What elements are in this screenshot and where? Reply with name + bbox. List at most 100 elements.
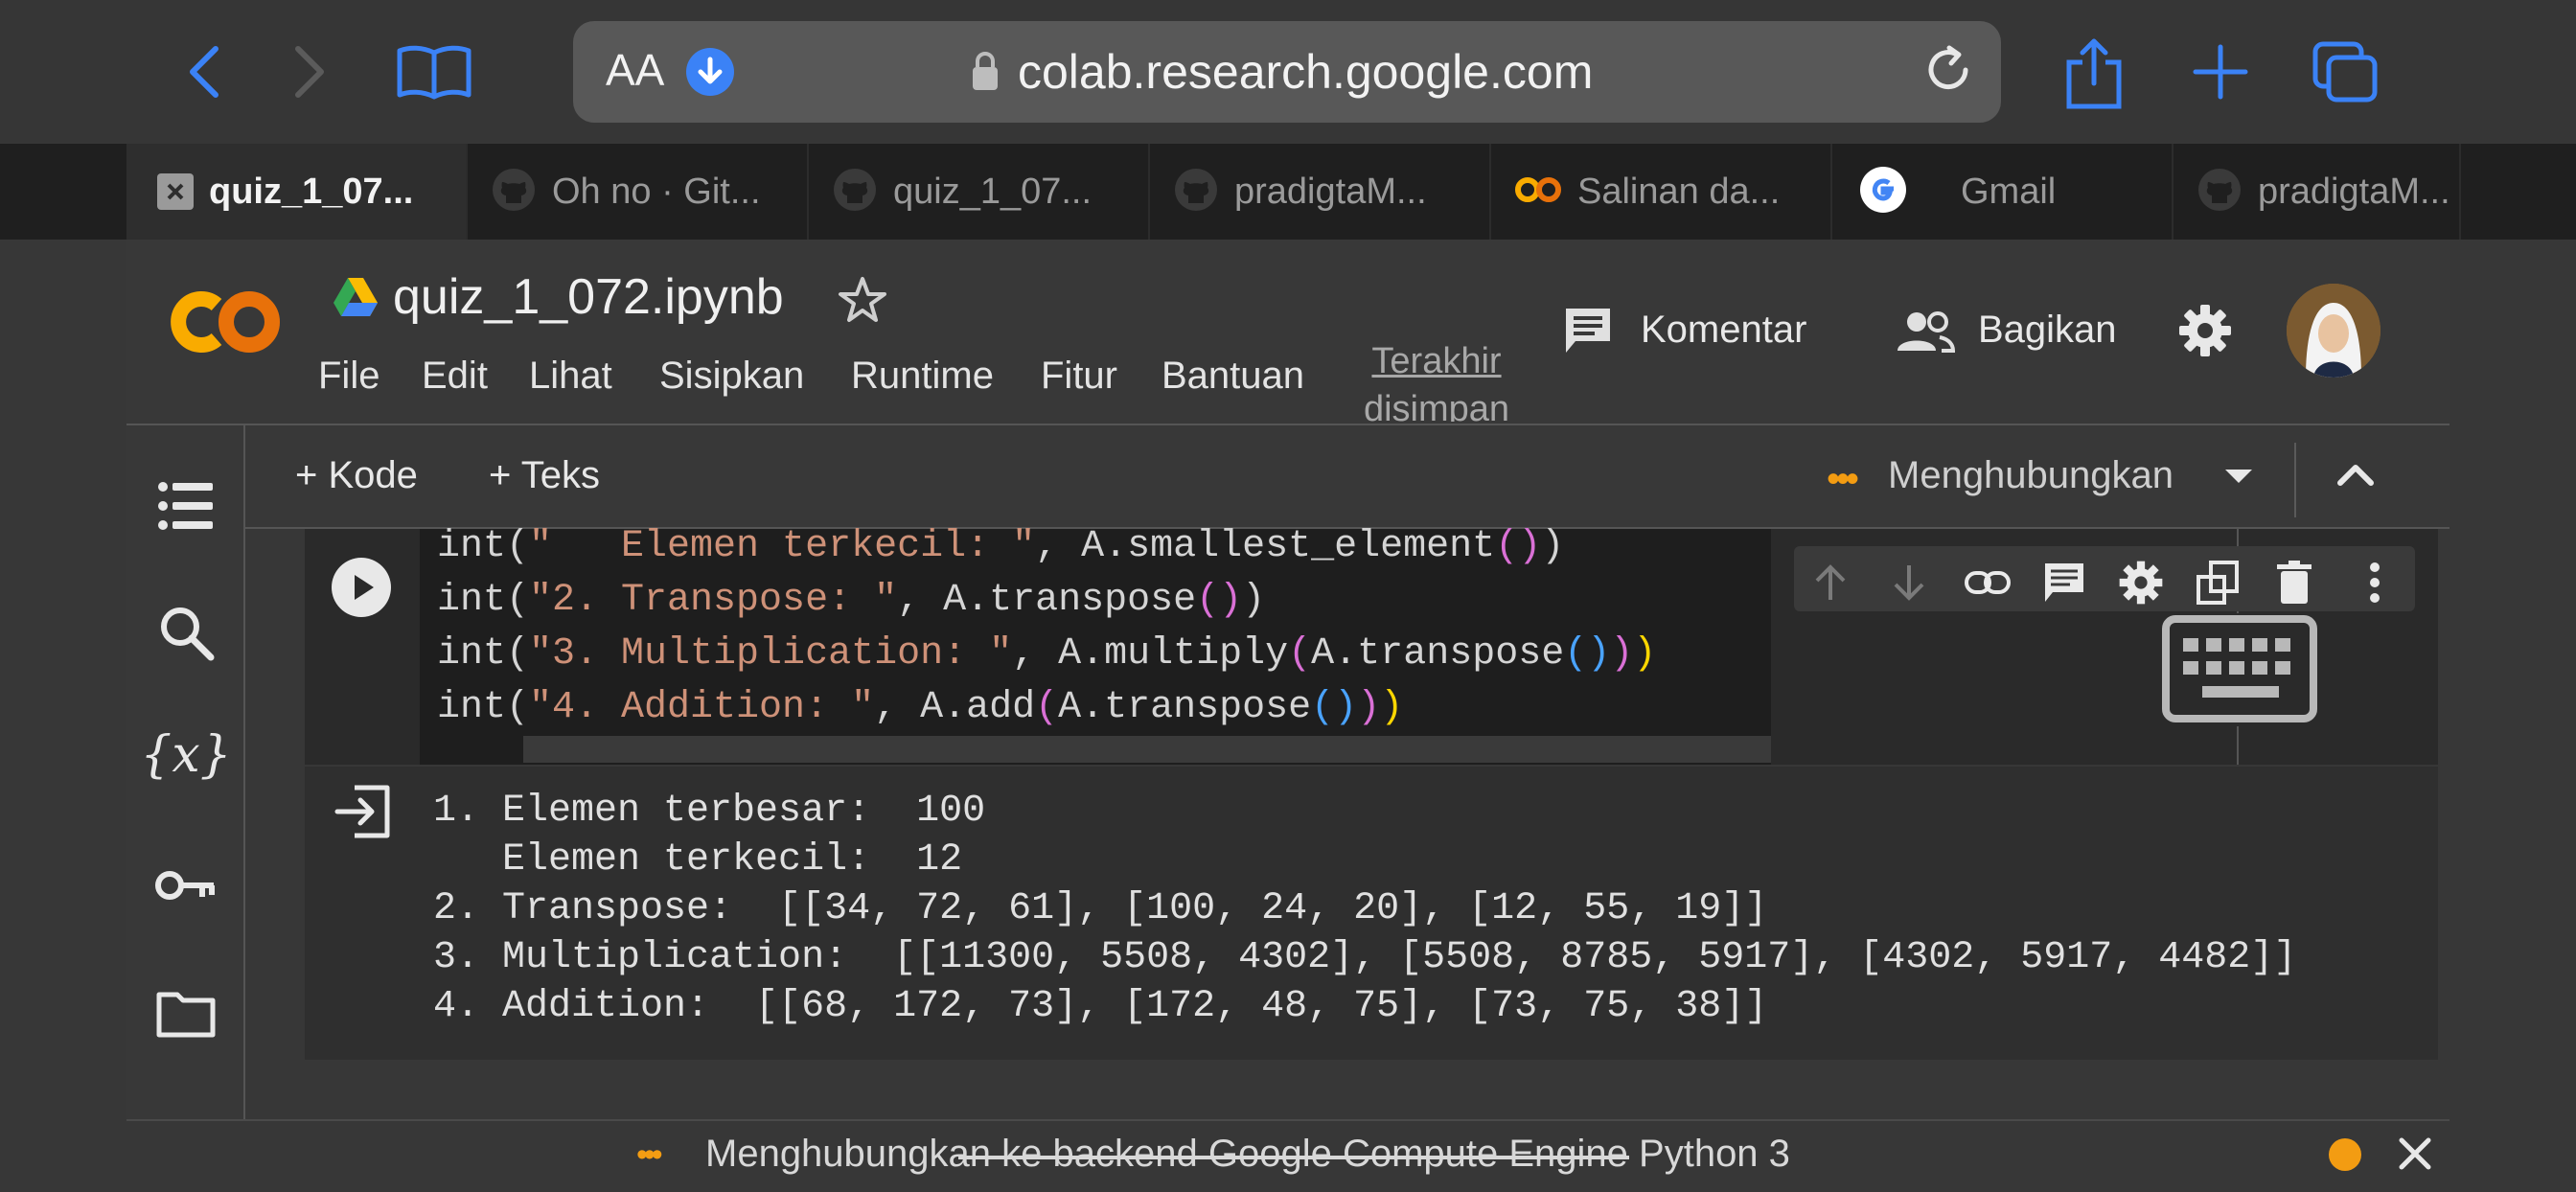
code-token: int( — [437, 579, 530, 622]
text-size-button[interactable]: AA — [606, 44, 664, 96]
tab-label: quiz_1_07... — [893, 171, 1092, 212]
github-icon — [832, 167, 878, 218]
output-line-3: 2. Transpose: [[34, 72, 61], [100, 24, 2… — [433, 887, 1768, 930]
code-token: () — [1495, 525, 1542, 568]
chevron-up-icon[interactable] — [2336, 460, 2375, 492]
status-busy-icon: ••• — [636, 1136, 663, 1173]
new-tab-icon[interactable] — [2187, 38, 2254, 105]
move-up-icon[interactable] — [1802, 554, 1859, 611]
tab-label: pradigtaM... — [1234, 171, 1427, 212]
menu-file[interactable]: File — [318, 355, 380, 398]
tabs-overview-icon[interactable] — [2312, 38, 2379, 105]
tab-colab-salinan[interactable]: Salinan da... — [1491, 144, 1832, 240]
menu-edit[interactable]: Edit — [422, 355, 488, 398]
close-icon[interactable] — [2398, 1136, 2432, 1176]
share-icon[interactable] — [2060, 33, 2128, 113]
chevron-down-icon[interactable] — [2223, 466, 2254, 492]
browser-toolbar: AA colab.research.google.com — [0, 0, 2576, 144]
code-token: ) — [1633, 632, 1657, 676]
menu-lihat[interactable]: Lihat — [529, 355, 612, 398]
code-line-4: int("4. Addition: ", A.add(A.transpose()… — [437, 686, 1403, 729]
comment-cell-icon[interactable] — [2036, 554, 2093, 611]
code-token: A.transpose — [1311, 632, 1565, 676]
code-token: , A.add — [874, 686, 1036, 729]
menu-bantuan[interactable]: Bantuan — [1162, 355, 1304, 398]
key-icon[interactable] — [151, 851, 220, 920]
cell-settings-icon[interactable] — [2112, 554, 2170, 611]
tab-quiz-active[interactable]: quiz_1_07... — [126, 144, 468, 240]
code-token: ) — [1380, 686, 1404, 729]
code-token: int( — [437, 525, 530, 568]
more-options-icon[interactable] — [2346, 554, 2404, 611]
reload-icon[interactable] — [1920, 42, 1976, 103]
status-dot-icon — [2329, 1138, 2361, 1171]
user-avatar[interactable] — [2287, 284, 2380, 378]
code-editor[interactable]: int(" Elemen terkecil: ", A.smallest_ele… — [420, 525, 1771, 765]
keyboard-icon[interactable] — [2145, 613, 2334, 726]
code-line-2: int("2. Transpose: ", A.transpose()) — [437, 579, 1265, 622]
github-icon — [491, 167, 537, 218]
busy-dots-icon: ••• — [1827, 458, 1859, 500]
url-text: colab.research.google.com — [1018, 45, 1594, 99]
table-of-contents-icon[interactable] — [151, 471, 220, 540]
notebook-title[interactable]: quiz_1_072.ipynb — [393, 268, 784, 326]
code-token: , A.smallest_element — [1035, 525, 1496, 568]
share-button[interactable]: Bagikan — [1978, 309, 2117, 352]
menu-fitur[interactable]: Fitur — [1041, 355, 1117, 398]
add-code-button[interactable]: + Kode — [295, 454, 418, 497]
code-token: () — [1196, 579, 1243, 622]
tab-strip: quiz_1_07... Oh no · Git... quiz_1_07...… — [0, 144, 2576, 240]
github-icon — [2196, 167, 2242, 218]
code-line-1: int(" Elemen terkecil: ", A.smallest_ele… — [437, 525, 1564, 568]
code-token: A.transpose — [1058, 686, 1312, 729]
tab-github-oh-no[interactable]: Oh no · Git... — [468, 144, 809, 240]
bookmarks-icon[interactable] — [391, 38, 477, 105]
tab-github-quiz[interactable]: quiz_1_07... — [809, 144, 1150, 240]
star-icon[interactable] — [838, 276, 887, 329]
code-token: ) — [1541, 525, 1565, 568]
connect-status-button[interactable]: Menghubungkan — [1888, 454, 2174, 497]
status-progress-line — [958, 1156, 1629, 1159]
lock-icon — [970, 50, 1000, 97]
google-drive-icon[interactable] — [332, 276, 380, 323]
menu-sisipkan[interactable]: Sisipkan — [659, 355, 804, 398]
variables-icon[interactable]: {𝑥} — [140, 721, 232, 790]
run-cell-button[interactable] — [332, 558, 391, 617]
settings-gear-icon[interactable] — [2177, 303, 2233, 363]
google-icon — [1859, 166, 1907, 218]
colab-logo[interactable] — [169, 284, 286, 365]
download-icon[interactable] — [686, 48, 734, 96]
tab-label: Gmail — [1961, 171, 2057, 212]
tab-github-pradigta-2[interactable]: pradigtaM... — [2174, 144, 2461, 240]
tab-github-pradigta[interactable]: pradigtaM... — [1150, 144, 1491, 240]
add-text-button[interactable]: + Teks — [489, 454, 600, 497]
mirror-cell-icon[interactable] — [2189, 554, 2246, 611]
comment-button[interactable]: Komentar — [1641, 309, 1806, 352]
people-icon[interactable] — [1896, 309, 1956, 359]
code-token: ( — [1035, 686, 1059, 729]
code-token: () — [1311, 686, 1358, 729]
output-exit-icon[interactable] — [334, 782, 393, 846]
folder-icon[interactable] — [151, 979, 220, 1048]
code-token: , A.transpose — [897, 579, 1197, 622]
code-line-3: int("3. Multiplication: ", A.multiply(A.… — [437, 632, 1656, 676]
link-icon[interactable] — [1959, 554, 2016, 611]
code-token: ) — [1610, 632, 1634, 676]
output-line-1: 1. Elemen terbesar: 100 — [433, 790, 986, 833]
forward-button[interactable] — [276, 38, 343, 105]
back-button[interactable] — [171, 38, 238, 105]
comment-icon[interactable] — [1562, 305, 1614, 361]
move-down-icon[interactable] — [1880, 554, 1938, 611]
menu-runtime[interactable]: Runtime — [851, 355, 994, 398]
horizontal-scrollbar[interactable] — [523, 736, 1771, 763]
close-icon[interactable] — [157, 173, 194, 210]
tab-label: Oh no · Git... — [552, 171, 761, 212]
delete-icon[interactable] — [2266, 554, 2323, 611]
tab-gmail[interactable]: Gmail — [1832, 144, 2174, 240]
tab-label: Salinan da... — [1577, 171, 1781, 212]
last-saved-link[interactable]: Terakhir disimpan — [1346, 337, 1528, 422]
search-icon[interactable] — [151, 598, 220, 667]
colab-icon — [1514, 174, 1562, 210]
status-message: Menghubungkan ke backend Google Compute … — [705, 1133, 1790, 1175]
github-icon — [1173, 167, 1219, 218]
